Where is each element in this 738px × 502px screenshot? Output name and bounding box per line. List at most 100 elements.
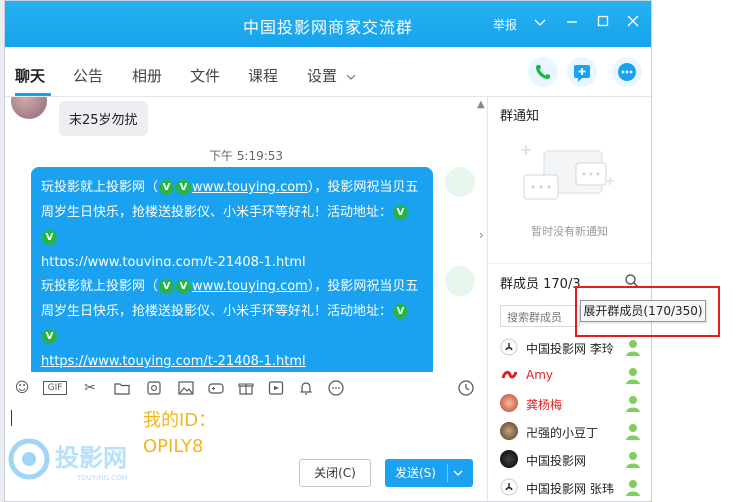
emoji-icon: V — [176, 180, 192, 195]
member-row[interactable]: 中国投影网 — [500, 449, 650, 471]
sender-avatar[interactable] — [445, 266, 475, 296]
more-button[interactable] — [612, 57, 642, 87]
input-toolbar: ☺ GIF ✂ — [5, 372, 487, 404]
tab-album[interactable]: 相册 — [132, 65, 162, 86]
member-row[interactable]: 中国投影网 李玲 — [500, 337, 650, 359]
avatar — [500, 478, 518, 496]
emoji-icon: V — [159, 180, 175, 195]
member-search-input[interactable]: 搜索群成员 — [500, 305, 580, 327]
member-name: 卍强的小豆丁 — [526, 426, 599, 440]
member-role-icon — [624, 477, 642, 497]
emoji-icon: V — [176, 279, 192, 294]
gif-icon[interactable]: GIF — [43, 381, 67, 395]
watermark-logo: 投影网 TOUYING.COM — [7, 434, 167, 484]
folder-icon[interactable] — [113, 379, 131, 397]
phone-call-button[interactable] — [528, 57, 558, 87]
title-bar: 中国投影网商家交流群 举报 — [5, 1, 651, 47]
member-name: 龚杨梅 — [526, 398, 563, 412]
members-title: 群成员 170/3 — [500, 277, 581, 292]
tab-settings[interactable]: 设置 — [307, 65, 356, 86]
send-button-separator — [447, 464, 448, 482]
report-button[interactable]: 举报 — [493, 16, 517, 33]
background-area — [652, 0, 738, 502]
overlay-caption-line: 我的ID： — [143, 410, 217, 431]
gift-icon[interactable] — [237, 379, 255, 397]
avatar — [500, 422, 518, 440]
new-topic-button[interactable] — [567, 57, 597, 87]
member-role-icon — [624, 393, 642, 413]
watermark-subtext: TOUYING.COM — [76, 474, 128, 482]
member-name: 中国投影网 张玮 — [526, 482, 614, 496]
bell-icon[interactable] — [297, 379, 315, 397]
tab-bar: 聊天 公告 相册 文件 课程 设置 — [5, 47, 651, 97]
member-row[interactable]: 中国投影网 张玮 — [500, 477, 650, 499]
avatar — [500, 338, 518, 356]
message-bubble: 末25岁勿扰 — [59, 101, 148, 136]
notice-empty-text: 暂时没有新通知 — [531, 225, 608, 238]
media-icon[interactable] — [267, 379, 285, 397]
site-link[interactable]: www.touying.com — [192, 279, 308, 294]
site-link[interactable]: www.touying.com — [192, 180, 308, 195]
active-tab-indicator — [15, 93, 51, 96]
tab-chat[interactable]: 聊天 — [15, 65, 45, 86]
message-input[interactable]: 我的ID： OPILY8 投影网 TOUYING.COM 关闭(C) 发送(S) — [5, 404, 487, 501]
member-name: Amy — [526, 368, 553, 382]
more-tools-icon[interactable] — [327, 379, 345, 397]
avatar — [500, 366, 518, 384]
maximize-icon[interactable] — [594, 13, 612, 33]
message-bubble: 玩投影就上投影网（ V Vwww.touying.com），投影网祝当贝五周岁生日快… — [31, 266, 433, 372]
tab-files[interactable]: 文件 — [190, 65, 220, 86]
game-icon[interactable] — [207, 379, 225, 397]
add-message-icon — [574, 65, 590, 82]
collapse-panel-icon[interactable]: › — [479, 228, 484, 242]
member-role-icon — [624, 449, 642, 469]
avatar[interactable] — [11, 97, 47, 119]
member-role-icon — [624, 365, 642, 385]
avatar — [500, 394, 518, 412]
tab-courses[interactable]: 课程 — [248, 65, 278, 86]
watermark-text: 投影网 — [55, 444, 127, 472]
emoji-picker-icon[interactable]: ☺ — [13, 379, 31, 397]
sender-avatar[interactable] — [445, 167, 475, 197]
message-timestamp: 下午 5:19:53 — [208, 149, 284, 163]
annotation-highlight-box — [575, 286, 720, 337]
member-row[interactable]: Amy — [500, 365, 650, 387]
empty-notice-illustration-icon — [521, 145, 614, 200]
emoji-icon: V — [159, 279, 175, 294]
avatar — [500, 450, 518, 468]
emoji-icon: V — [393, 205, 409, 220]
member-role-icon — [624, 337, 642, 357]
member-row[interactable]: 龚杨梅 — [500, 393, 650, 415]
section-divider — [488, 263, 651, 264]
history-clock-icon[interactable] — [457, 379, 475, 397]
image-icon[interactable] — [177, 379, 195, 397]
tab-settings-label: 设置 — [307, 67, 338, 85]
message-text: 玩投影就上投影网（ — [41, 279, 159, 294]
group-chat-window: 中国投影网商家交流群 举报 聊天 公告 相册 文件 课程 设置 ▲ 末25岁勿扰… — [4, 0, 652, 502]
send-button[interactable]: 发送(S) — [385, 459, 473, 487]
message-text: 玩投影就上投影网（ — [41, 180, 159, 195]
event-link[interactable]: https://www.touying.com/t-21408-1.html — [41, 354, 306, 369]
emoji-icon: V — [393, 304, 409, 319]
member-name: 中国投影网 — [526, 454, 587, 468]
emoji-icon: V — [42, 329, 57, 344]
screen: 中国投影网商家交流群 举报 聊天 公告 相册 文件 课程 设置 ▲ 末25岁勿扰… — [0, 0, 738, 502]
chevron-down-icon — [346, 67, 356, 85]
minimize-icon[interactable] — [563, 13, 581, 33]
send-button-label: 发送(S) — [395, 466, 436, 480]
phone-icon — [536, 65, 550, 79]
screenshot-icon[interactable] — [145, 379, 163, 397]
close-icon[interactable] — [624, 13, 642, 33]
member-row[interactable]: 卍强的小豆丁 — [500, 421, 650, 443]
message-list[interactable]: ▲ 末25岁勿扰 下午 5:19:53 玩投影就上投影网（ V Vwww.touyi… — [5, 97, 487, 372]
more-icon — [618, 63, 636, 81]
dropdown-icon[interactable] — [531, 13, 549, 33]
scissors-icon[interactable]: ✂ — [81, 379, 99, 397]
member-name: 中国投影网 李玲 — [526, 342, 614, 356]
emoji-icon: V — [42, 230, 57, 245]
tab-announcements[interactable]: 公告 — [73, 65, 103, 86]
close-button[interactable]: 关闭(C) — [299, 459, 371, 487]
scroll-up-icon[interactable]: ▲ — [477, 99, 485, 110]
window-title: 中国投影网商家交流群 — [242, 18, 413, 37]
send-options-chevron-icon[interactable] — [453, 459, 463, 498]
